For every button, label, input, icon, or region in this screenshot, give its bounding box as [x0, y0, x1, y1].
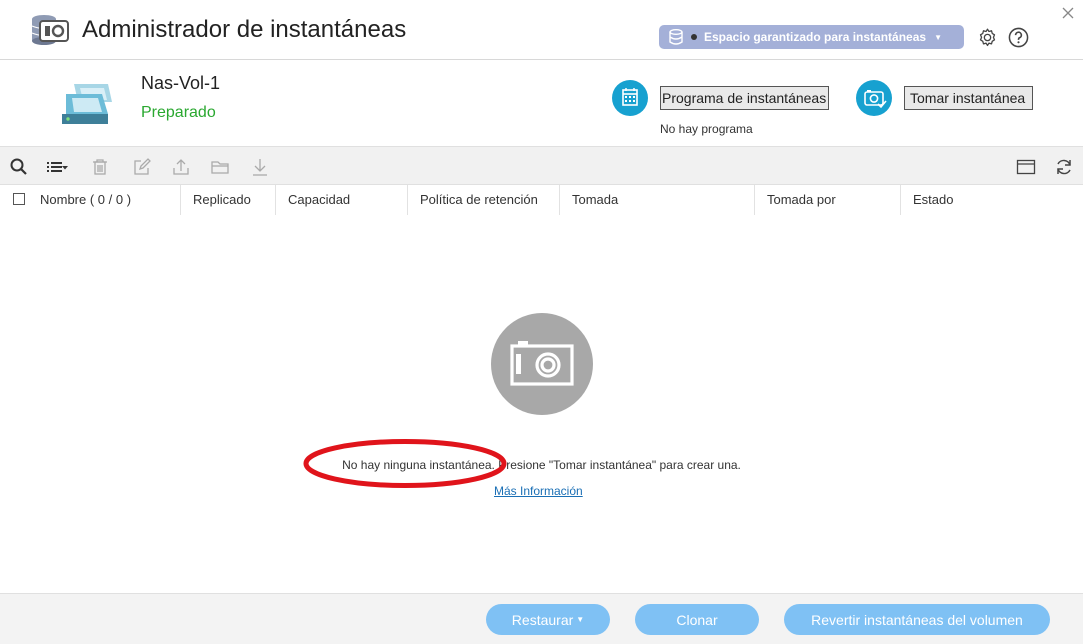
column-capacity[interactable]: Capacidad: [275, 185, 407, 215]
guaranteed-space-button[interactable]: Espacio garantizado para instantáneas ▼: [659, 25, 964, 49]
clone-button[interactable]: Clonar: [635, 604, 759, 635]
status-dot: [691, 34, 697, 40]
restore-button[interactable]: Restaurar ▼: [486, 604, 610, 635]
snapshot-manager-window: Administrador de instantáneas Espacio ga…: [0, 0, 1083, 644]
take-snapshot-button[interactable]: Tomar instantánea: [904, 86, 1033, 110]
schedule-status: No hay programa: [660, 122, 753, 136]
volume-icon: [62, 84, 112, 124]
column-taken[interactable]: Tomada: [559, 185, 754, 215]
volume-name: Nas-Vol-1: [141, 73, 221, 93]
guaranteed-space-label: Espacio garantizado para instantáneas: [704, 30, 927, 44]
database-icon: [669, 29, 683, 45]
volume-status: Preparado: [141, 104, 216, 121]
refresh-icon[interactable]: [1054, 157, 1074, 177]
column-name[interactable]: Nombre ( 0 / 0 ): [28, 185, 180, 215]
close-icon[interactable]: [1061, 6, 1075, 20]
export-icon[interactable]: [171, 157, 191, 177]
column-retention-policy[interactable]: Política de retención: [407, 185, 559, 215]
title-bar: Administrador de instantáneas Espacio ga…: [0, 0, 1083, 60]
list-view-icon[interactable]: [46, 157, 70, 177]
table-header: Nombre ( 0 / 0 ) Replicado Capacidad Pol…: [0, 185, 1083, 215]
chevron-down-icon: ▼: [934, 32, 942, 42]
more-info-link[interactable]: Más Información: [494, 484, 583, 498]
column-status[interactable]: Estado: [900, 185, 1083, 215]
gear-icon[interactable]: [977, 27, 998, 48]
delete-icon[interactable]: [90, 157, 110, 177]
camera-icon[interactable]: [856, 80, 892, 116]
snapshot-manager-icon: [31, 15, 69, 45]
schedule-button[interactable]: Programa de instantáneas: [660, 86, 829, 110]
footer: Restaurar ▼ Clonar Revertir instantáneas…: [0, 593, 1083, 644]
empty-camera-icon: [491, 313, 593, 415]
revert-volume-button[interactable]: Revertir instantáneas del volumen: [784, 604, 1050, 635]
volume-header: Nas-Vol-1 Preparado Programa de instantá…: [0, 60, 1083, 146]
select-all-checkbox[interactable]: [13, 193, 25, 205]
edit-icon[interactable]: [132, 157, 152, 177]
empty-message-text: No hay ninguna instantánea. Presione "To…: [342, 458, 741, 472]
toolbar: [0, 146, 1083, 185]
schedule-icon[interactable]: [612, 80, 648, 116]
empty-message: No hay ninguna instantánea. Presione "To…: [0, 458, 1083, 472]
help-icon[interactable]: [1008, 27, 1029, 48]
restore-label: Restaurar: [511, 611, 574, 628]
folder-icon[interactable]: [210, 157, 230, 177]
app-title: Administrador de instantáneas: [82, 16, 407, 43]
columns-icon[interactable]: [1016, 157, 1036, 177]
search-icon[interactable]: [9, 157, 29, 177]
download-icon[interactable]: [250, 157, 270, 177]
column-replicated[interactable]: Replicado: [180, 185, 275, 215]
chevron-down-icon: ▼: [576, 615, 585, 624]
column-taken-by[interactable]: Tomada por: [754, 185, 900, 215]
